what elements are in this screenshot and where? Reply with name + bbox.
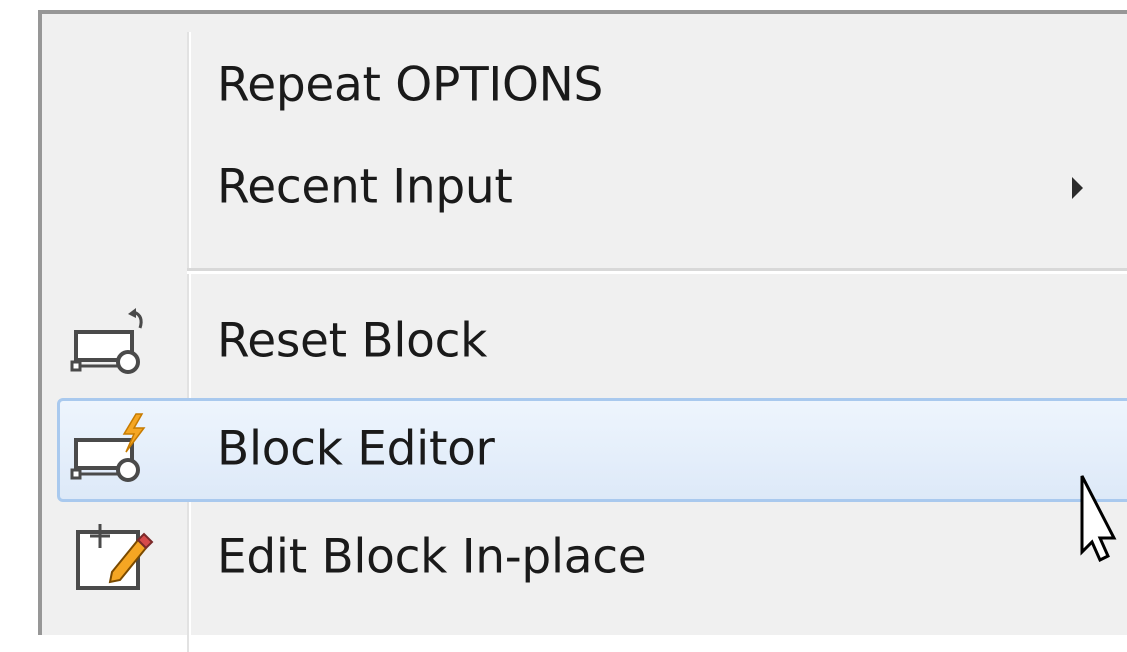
context-menu: Repeat OPTIONS Recent Input Reset Block	[38, 10, 1127, 652]
block-editor-icon	[64, 410, 156, 490]
menu-item-label: Reset Block	[217, 313, 488, 369]
menu-item-recent-input[interactable]: Recent Input	[42, 134, 1127, 242]
submenu-arrow-icon	[1072, 177, 1083, 199]
menu-item-edit-block-in-place[interactable]: Edit Block In-place	[42, 504, 1127, 612]
menu-item-reset-block[interactable]: Reset Block	[42, 288, 1127, 396]
menu-item-label: Repeat OPTIONS	[217, 57, 604, 113]
menu-item-block-editor[interactable]: Block Editor	[42, 396, 1127, 504]
menu-item-label: Block Editor	[217, 421, 495, 477]
mouse-cursor-icon	[1080, 475, 1117, 562]
menu-item-label: Edit Block In-place	[217, 529, 647, 585]
menu-item-repeat-options[interactable]: Repeat OPTIONS	[42, 32, 1127, 140]
menu-item-label: Recent Input	[217, 159, 513, 215]
edit-block-in-place-icon	[64, 518, 156, 598]
menu-separator	[187, 268, 1127, 274]
reset-block-icon	[64, 302, 156, 382]
